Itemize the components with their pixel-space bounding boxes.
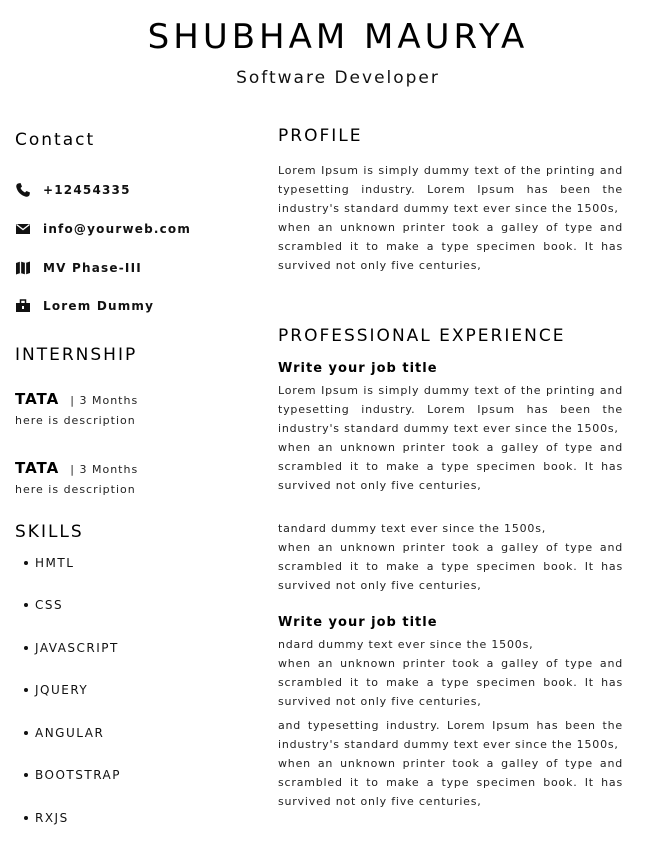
job-line: Lorem Ipsum is simply dummy text of the … [278,384,623,435]
skill-item: RXJS [24,811,69,825]
experience-heading: PROFESSIONAL EXPERIENCE [278,326,566,346]
contact-email-text: info@yourweb.com [43,222,192,236]
skills-heading: SKILLS [15,522,84,542]
skill-item: BOOTSTRAP [24,768,121,782]
profile-text: Lorem Ipsum is simply dummy text of the … [278,161,623,275]
skill-label: RXJS [35,811,69,825]
job-line: tandard dummy text ever since the 1500s, [278,522,547,535]
job-description: and typesetting industry. Lorem Ipsum ha… [278,716,623,811]
contact-address-text: MV Phase-III [43,261,142,275]
bullet-icon [24,815,28,820]
internship-company: TATA [15,459,60,477]
profile-line: when an unknown printer took a galley of… [278,221,623,272]
skill-item: ANGULAR [24,726,104,740]
internship-duration: | 3 Months [70,394,139,407]
resume-role: Software Developer [236,68,440,88]
bullet-icon [24,602,28,607]
job-line: when an unknown printer took a galley of… [278,441,623,492]
internship-desc: here is description [15,414,136,427]
skill-label: JAVASCRIPT [35,641,119,655]
contact-heading: Contact [15,130,96,150]
internship-item: TATA | 3 Months here is description [15,389,138,427]
contact-item-address: MV Phase-III [15,258,142,278]
job-line: and typesetting industry. Lorem Ipsum ha… [278,719,623,751]
job-description: Lorem Ipsum is simply dummy text of the … [278,381,623,495]
skill-item: CSS [24,598,63,612]
job-line: ndard dummy text ever since the 1500s, [278,638,534,651]
skill-label: ANGULAR [35,726,105,740]
job-description: tandard dummy text ever since the 1500s,… [278,519,623,595]
contact-company-text: Lorem Dummy [43,299,155,313]
job-description: ndard dummy text ever since the 1500s, w… [278,635,623,711]
contact-item-email: info@yourweb.com [15,219,191,239]
bullet-icon [24,772,28,777]
skill-item: JQUERY [24,683,88,697]
skill-label: JQUERY [35,683,89,697]
job-title: Write your job title [278,615,438,630]
job-line: when an unknown printer took a galley of… [278,757,623,808]
job-line: when an unknown printer took a galley of… [278,541,623,592]
bullet-icon [24,560,28,565]
contact-item-phone: +12454335 [15,180,131,200]
job-line: when an unknown printer took a galley of… [278,657,623,708]
phone-icon [15,182,31,198]
contact-item-company: Lorem Dummy [15,296,154,316]
internship-duration: | 3 Months [70,463,139,476]
map-icon [15,260,31,276]
internship-item: TATA | 3 Months here is description [15,458,138,496]
skill-label: BOOTSTRAP [35,768,121,782]
resume-name: SHUBHAM MAURYA [147,17,529,57]
internship-heading: INTERNSHIP [15,345,138,365]
profile-heading: PROFILE [278,126,363,146]
skill-label: CSS [35,598,64,612]
bullet-icon [24,687,28,692]
contact-phone-text: +12454335 [43,183,131,197]
skill-label: HMTL [35,556,75,570]
briefcase-icon [15,298,31,314]
mail-icon [15,221,31,237]
internship-desc: here is description [15,483,136,496]
skill-item: HMTL [24,556,74,570]
bullet-icon [24,730,28,735]
internship-company: TATA [15,390,60,408]
skill-item: JAVASCRIPT [24,641,119,655]
job-title: Write your job title [278,361,438,376]
profile-line: Lorem Ipsum is simply dummy text of the … [278,164,623,215]
bullet-icon [24,645,28,650]
